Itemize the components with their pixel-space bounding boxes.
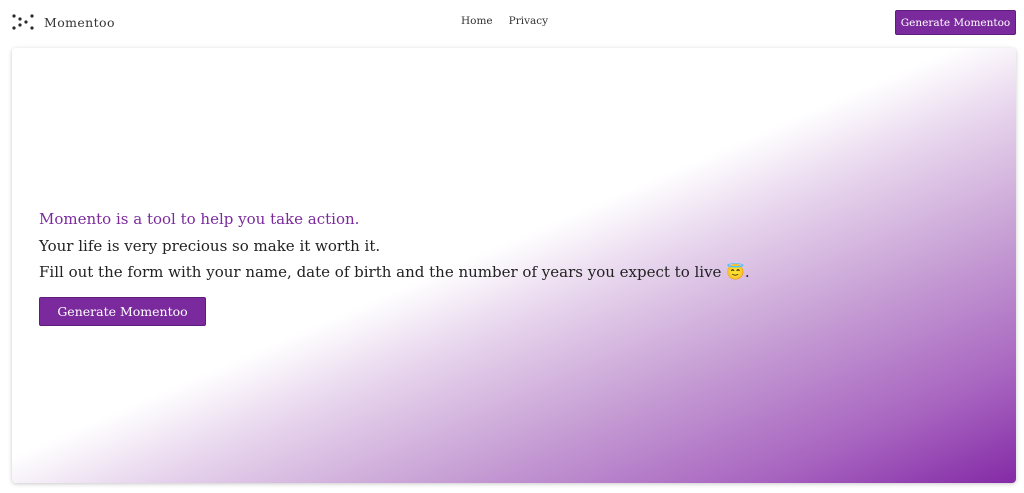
hero-description-line-2: Fill out the form with your name, date o… — [39, 263, 750, 281]
nav-link-home[interactable]: Home — [461, 15, 493, 27]
nav-links: Home Privacy — [461, 15, 548, 27]
brand-name: Momentoo — [44, 14, 115, 30]
hero-card: Momento is a tool to help you take actio… — [12, 48, 1016, 483]
generate-momentoo-hero-button[interactable]: Generate Momentoo — [39, 297, 206, 326]
hero-text: Momento is a tool to help you take actio… — [39, 206, 750, 286]
brand-link[interactable]: Momentoo — [12, 12, 115, 32]
hero-tagline: Momento is a tool to help you take actio… — [39, 210, 360, 228]
top-navbar: Momentoo Home Privacy Generate Momentoo — [0, 0, 1024, 44]
dots-pattern-icon — [12, 14, 34, 30]
nav-link-privacy[interactable]: Privacy — [509, 15, 548, 27]
generate-momentoo-nav-button[interactable]: Generate Momentoo — [895, 10, 1016, 35]
hero-description-line-1: Your life is very precious so make it wo… — [39, 236, 381, 255]
